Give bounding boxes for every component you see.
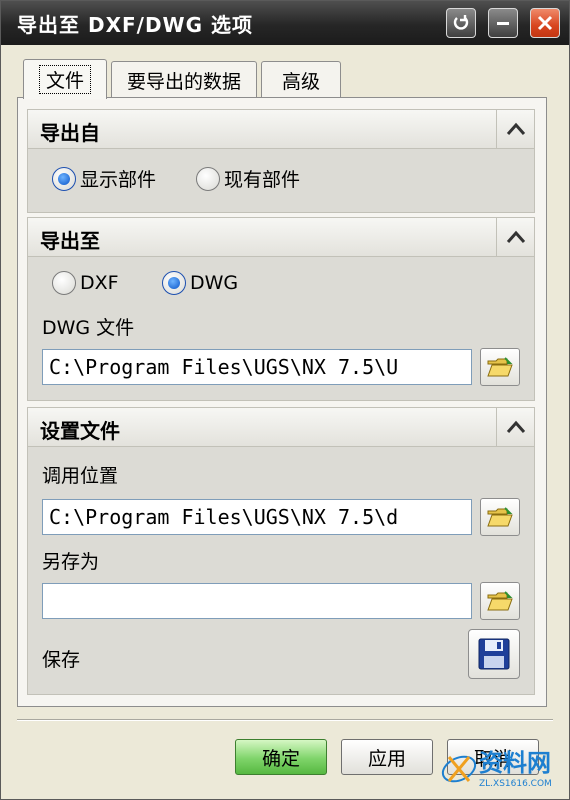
folder-open-icon (487, 507, 513, 527)
radio-dwg[interactable]: DWG (162, 271, 238, 295)
tab-advanced[interactable]: 高级 (261, 61, 341, 99)
section-export-from-header[interactable]: 导出自 (27, 109, 535, 149)
browse-load-location-button[interactable] (480, 498, 520, 536)
minimize-icon (497, 22, 509, 25)
section-export-from-title: 导出自 (40, 121, 100, 145)
tab-data-to-export[interactable]: 要导出的数据 (111, 61, 257, 99)
tab-advanced-label: 高级 (281, 71, 320, 93)
section-export-from-collapse[interactable] (496, 110, 534, 148)
tab-file[interactable]: 文件 (23, 59, 107, 99)
apply-button[interactable]: 应用 (341, 739, 433, 775)
radio-dwg-label: DWG (190, 272, 239, 294)
radio-existing-part-label: 现有部件 (224, 169, 301, 191)
radio-dwg-indicator (162, 271, 186, 295)
load-location-label: 调用位置 (42, 465, 119, 487)
section-export-to-collapse[interactable] (496, 218, 534, 256)
chevron-up-icon (506, 122, 525, 135)
save-label: 保存 (42, 649, 81, 671)
radio-dxf[interactable]: DXF (52, 271, 119, 295)
chevron-up-icon (506, 230, 525, 243)
cancel-button[interactable]: 取消 (447, 739, 539, 775)
browse-save-as-button[interactable] (480, 582, 520, 620)
radio-dxf-label: DXF (80, 272, 119, 294)
tab-file-label: 文件 (38, 65, 91, 94)
floppy-disk-icon (478, 638, 510, 670)
close-icon (537, 15, 553, 31)
section-export-to-body: DXF DWG DWG 文件 C:\Program Files\UGS\NX 7… (27, 257, 535, 401)
section-export-to-header[interactable]: 导出至 (27, 217, 535, 257)
close-button[interactable] (530, 8, 560, 38)
save-settings-button[interactable] (468, 629, 520, 679)
load-location-input[interactable]: C:\Program Files\UGS\NX 7.5\d (42, 499, 472, 535)
watermark-url: ZL.XS1616.COM (479, 779, 552, 789)
section-export-to-title: 导出至 (40, 229, 100, 253)
folder-open-icon (487, 357, 513, 377)
radio-existing-part[interactable]: 现有部件 (196, 165, 300, 192)
radio-displayed-part-label: 显示部件 (80, 169, 157, 191)
dialog-window: 导出至 DXF/DWG 选项 文件 要导出的数据 高级 导出自 显示部件 现有部… (0, 0, 570, 800)
radio-existing-part-indicator (196, 166, 220, 191)
save-as-input[interactable] (42, 583, 472, 619)
dwg-file-input[interactable]: C:\Program Files\UGS\NX 7.5\U (42, 349, 472, 385)
ok-button[interactable]: 确定 (235, 739, 327, 775)
chevron-up-icon (506, 420, 525, 433)
radio-displayed-part-indicator (52, 166, 76, 191)
section-settings-file-collapse[interactable] (496, 408, 534, 446)
section-export-from-body: 显示部件 现有部件 (27, 149, 535, 213)
footer-separator (17, 719, 553, 721)
section-settings-file-header[interactable]: 设置文件 (27, 407, 535, 447)
section-settings-file-title: 设置文件 (40, 419, 120, 443)
radio-displayed-part[interactable]: 显示部件 (52, 165, 156, 192)
section-settings-file-body: 调用位置 C:\Program Files\UGS\NX 7.5\d 另存为 保… (27, 447, 535, 695)
folder-open-icon (487, 591, 513, 611)
title-bar[interactable]: 导出至 DXF/DWG 选项 (1, 1, 569, 45)
radio-dxf-indicator (52, 271, 76, 295)
minimize-button[interactable] (488, 8, 518, 38)
reset-icon (453, 15, 469, 30)
reset-button[interactable] (446, 8, 476, 38)
tab-data-to-export-label: 要导出的数据 (126, 71, 241, 93)
window-title: 导出至 DXF/DWG 选项 (17, 13, 253, 37)
save-as-label: 另存为 (42, 551, 100, 573)
browse-dwg-file-button[interactable] (480, 348, 520, 386)
dwg-file-label: DWG 文件 (42, 317, 135, 339)
